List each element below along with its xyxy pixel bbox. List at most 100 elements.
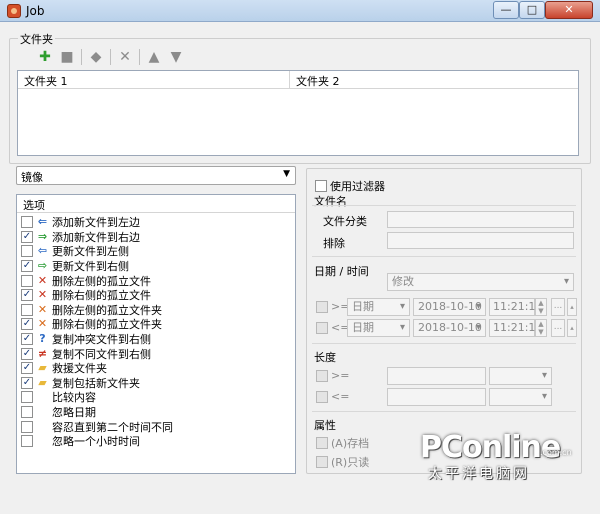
time-field[interactable]: 11:21:10 (489, 298, 542, 316)
option-checkbox[interactable] (21, 435, 33, 448)
readonly-box[interactable] (316, 456, 328, 468)
clipboard-icon[interactable]: ◆ (88, 49, 104, 65)
column-header-folder-2[interactable]: 文件夹 2 (290, 71, 578, 88)
option-checkbox[interactable] (21, 420, 33, 433)
option-checkbox[interactable] (21, 303, 33, 316)
option-label: 复制包括新文件夹 (52, 376, 140, 390)
length-compare-box[interactable] (316, 390, 328, 403)
time-spinner[interactable]: ▲ ▼ (535, 298, 547, 316)
date-picker[interactable]: 2018-10-10 (413, 298, 486, 316)
option-checkbox[interactable]: ✓ (21, 318, 33, 331)
dropdown-arrow-icon[interactable]: ▴ (567, 298, 577, 316)
option-checkbox[interactable]: ✓ (21, 347, 33, 360)
option-item[interactable]: ✕ 删除左侧的孤立文件夹 (17, 303, 295, 318)
option-item[interactable]: ✓ ✕ 删除右侧的孤立文件 (17, 288, 295, 303)
option-item[interactable]: ⇦ 更新文件到左侧 (17, 244, 295, 259)
length-compare-checkbox[interactable]: >= (316, 369, 349, 382)
option-checkbox[interactable]: ✓ (21, 362, 33, 375)
length-compare-checkbox[interactable]: <= (316, 390, 349, 403)
exclude-field[interactable] (387, 232, 574, 249)
mode-select[interactable]: 镜像 ▼ (16, 166, 296, 185)
attributes-section-title: 属性 (314, 419, 336, 432)
option-checkbox[interactable] (21, 245, 33, 258)
option-checkbox[interactable] (21, 406, 33, 419)
option-item[interactable]: ✓ ▰ 救援文件夹 (17, 361, 295, 376)
app-icon (7, 4, 21, 18)
use-filter-box[interactable] (315, 180, 327, 192)
plus-icon[interactable]: ✚ (37, 49, 53, 65)
option-item[interactable]: 比较内容 (17, 390, 295, 405)
use-filter-checkbox[interactable]: 使用过滤器 (315, 178, 385, 194)
category-field[interactable] (387, 211, 574, 228)
archive-checkbox[interactable]: (A)存档 (316, 435, 369, 451)
date-compare-box[interactable] (316, 300, 328, 313)
option-item[interactable]: ✓ ⇨ 更新文件到右侧 (17, 259, 295, 274)
readonly-checkbox[interactable]: (R)只读 (316, 454, 369, 470)
option-label: 添加新文件到左边 (52, 216, 140, 230)
minimize-button[interactable]: — (493, 1, 519, 19)
option-label: 删除左侧的孤立文件 (52, 274, 151, 288)
option-label: 删除右侧的孤立文件 (52, 289, 151, 303)
option-checkbox[interactable]: ✓ (21, 333, 33, 346)
exclude-label: 排除 (323, 237, 345, 250)
date-compare-checkbox[interactable]: >= (316, 300, 349, 313)
length-unit-select[interactable] (489, 367, 552, 385)
folders-table[interactable]: 文件夹 1 文件夹 2 (17, 70, 579, 156)
option-item[interactable]: ✓? 复制冲突文件到右侧 (17, 332, 295, 347)
maximize-button[interactable]: □ (519, 1, 545, 19)
option-item[interactable]: 忽略日期 (17, 405, 295, 420)
folder-icon[interactable]: ■ (59, 49, 75, 65)
option-checkbox[interactable] (21, 216, 33, 229)
length-operator: >= (331, 369, 350, 382)
option-item[interactable]: ✓ ⇒ 添加新文件到右边 (17, 230, 295, 245)
option-item[interactable]: ✓ ▰ 复制包括新文件夹 (17, 376, 295, 391)
delete-icon[interactable]: ✕ (117, 49, 133, 65)
readonly-label: (R)只读 (331, 456, 370, 469)
option-checkbox[interactable]: ✓ (21, 376, 33, 389)
arrow-up-icon[interactable]: ▲ (146, 49, 162, 65)
option-label: 添加新文件到右边 (52, 230, 140, 244)
date-browse-button[interactable]: ... (551, 319, 565, 337)
close-button[interactable]: ✕ (545, 1, 593, 19)
use-filter-label: 使用过滤器 (330, 180, 385, 193)
options-list[interactable]: 选项 ⇐ 添加新文件到左边 ✓ ⇒ 添加新文件到右边 ⇦ 更新文件到左侧 ✓ ⇨ 更新文件到右侧 ✕… (16, 194, 296, 474)
option-checkbox[interactable] (21, 274, 33, 287)
option-checkbox[interactable]: ✓ (21, 289, 33, 302)
arrow-down-icon[interactable]: ▼ (168, 49, 184, 65)
date-browse-button[interactable]: ... (551, 298, 565, 316)
modified-select[interactable]: 修改 (387, 273, 574, 291)
date-compare-checkbox[interactable]: <= (316, 321, 349, 334)
option-label: 容忍直到第二个时间不同 (52, 420, 173, 434)
archive-label: (A)存档 (331, 437, 370, 450)
dropdown-arrow-icon[interactable]: ▴ (567, 319, 577, 337)
length-value-field[interactable] (387, 388, 486, 406)
option-checkbox[interactable]: ✓ (21, 230, 33, 243)
option-item[interactable]: ✓ ≠ 复制不同文件到右侧 (17, 346, 295, 361)
time-spinner[interactable]: ▲ ▼ (535, 319, 547, 337)
date-compare-box[interactable] (316, 321, 328, 334)
option-label: 复制冲突文件到右侧 (52, 333, 151, 347)
filename-section-title: 文件名 (314, 195, 347, 208)
archive-box[interactable] (316, 437, 328, 449)
category-label: 文件分类 (323, 215, 367, 228)
option-item[interactable]: ✕ 删除左侧的孤立文件 (17, 273, 295, 288)
option-icon-placeholder (36, 435, 49, 447)
length-value-field[interactable] (387, 367, 486, 385)
date-kind-select[interactable]: 日期 (347, 298, 410, 316)
delete-left-folder-icon: ✕ (37, 302, 48, 316)
length-unit-select[interactable] (489, 388, 552, 406)
option-checkbox[interactable]: ✓ (21, 260, 33, 273)
date-kind-select[interactable]: 日期 (347, 319, 410, 337)
add-right-icon: ⇒ (37, 229, 48, 243)
length-compare-box[interactable] (316, 369, 328, 382)
date-picker[interactable]: 2018-10-10 (413, 319, 486, 337)
option-label: 删除右侧的孤立文件夹 (52, 318, 162, 332)
option-item[interactable]: 忽略一个小时时间 (17, 434, 295, 449)
column-header-folder-1[interactable]: 文件夹 1 (18, 71, 290, 88)
option-item[interactable]: ⇐ 添加新文件到左边 (17, 215, 295, 230)
option-item[interactable]: 容忍直到第二个时间不同 (17, 419, 295, 434)
time-field[interactable]: 11:21:10 (489, 319, 542, 337)
option-icon-placeholder (36, 406, 49, 418)
option-checkbox[interactable] (21, 391, 33, 404)
option-item[interactable]: ✓ ✕ 删除右侧的孤立文件夹 (17, 317, 295, 332)
